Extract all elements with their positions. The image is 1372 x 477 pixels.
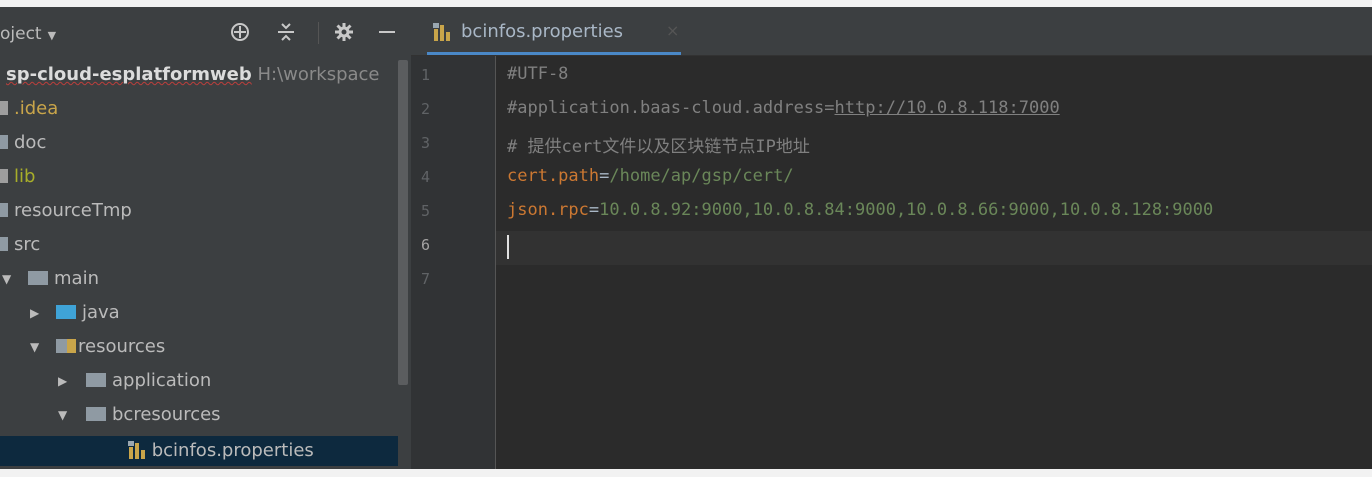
tab-label: bcinfos.properties bbox=[461, 21, 624, 42]
top-strip bbox=[0, 0, 1372, 7]
folder-icon bbox=[0, 101, 8, 115]
code-line-1: #UTF-8 bbox=[507, 64, 569, 84]
tree-node-label: bcresources bbox=[112, 404, 221, 425]
tree-node-label: lib bbox=[14, 166, 36, 187]
locate-icon[interactable] bbox=[229, 21, 251, 43]
tree-node-application[interactable]: ▶ application bbox=[58, 366, 211, 396]
code-line-2: #application.baas-cloud.address=http://1… bbox=[507, 98, 1060, 118]
project-path-hint: H:\workspace bbox=[257, 64, 380, 85]
project-scrollbar[interactable] bbox=[398, 60, 408, 385]
tree-node-lib[interactable]: lib bbox=[0, 162, 35, 192]
tree-node-java[interactable]: ▶ java bbox=[30, 298, 120, 328]
properties-file-icon bbox=[433, 23, 450, 41]
expanded-arrow-icon[interactable]: ▼ bbox=[2, 264, 28, 294]
tree-node-label: bcinfos.properties bbox=[151, 440, 314, 461]
line-number: 2 bbox=[421, 100, 431, 118]
properties-file-icon bbox=[127, 441, 145, 459]
tree-node-main[interactable]: ▼ main bbox=[2, 264, 99, 294]
collapsed-arrow-icon[interactable]: ▶ bbox=[58, 366, 86, 396]
editor-tab-bcinfos[interactable]: bcinfos.properties × bbox=[427, 13, 681, 55]
tree-node-src[interactable]: src bbox=[0, 230, 40, 260]
tree-node-label: resources bbox=[78, 336, 166, 357]
code-line-3: # 提供cert文件以及区块链节点IP地址 bbox=[507, 137, 810, 157]
line-number: 4 bbox=[421, 168, 431, 186]
folder-icon bbox=[86, 373, 106, 387]
caret-down-icon: ▼ bbox=[47, 29, 57, 42]
tree-node-root[interactable]: sp-cloud-esplatformweb H:\workspace bbox=[6, 60, 380, 90]
tree-node-idea[interactable]: .idea bbox=[0, 94, 58, 124]
resources-folder-icon bbox=[56, 339, 76, 353]
line-number: 5 bbox=[421, 202, 431, 220]
property-value: /home/ap/gsp/cert/ bbox=[609, 166, 794, 186]
expanded-arrow-icon[interactable]: ▼ bbox=[30, 332, 56, 362]
tree-node-label: src bbox=[14, 234, 41, 255]
project-view-label: oject bbox=[0, 24, 42, 44]
code-text: #application.baas-cloud.address= bbox=[507, 98, 835, 118]
close-icon[interactable]: × bbox=[666, 21, 679, 40]
minimize-icon[interactable] bbox=[376, 21, 398, 43]
folder-icon bbox=[0, 169, 8, 183]
line-number: 7 bbox=[421, 270, 431, 288]
property-value: 10.0.8.92:9000,10.0.8.84:9000,10.0.8.66:… bbox=[599, 200, 1214, 220]
tree-node-label: .idea bbox=[14, 98, 59, 119]
editor-tab-bar: bcinfos.properties × bbox=[411, 7, 1372, 56]
collapse-all-icon[interactable] bbox=[275, 21, 297, 43]
tree-node-resourcetmp[interactable]: resourceTmp bbox=[0, 196, 132, 226]
text-caret bbox=[507, 235, 509, 259]
property-key: json.rpc bbox=[507, 200, 589, 220]
folder-icon bbox=[28, 271, 48, 285]
toolbar-separator bbox=[318, 22, 319, 44]
bottom-strip bbox=[0, 469, 1372, 477]
tree-node-label: sp-cloud-esplatformweb bbox=[6, 64, 252, 85]
collapsed-arrow-icon[interactable]: ▶ bbox=[30, 298, 56, 328]
property-separator: = bbox=[599, 166, 610, 186]
tree-node-label: main bbox=[54, 268, 99, 289]
editor-panel: bcinfos.properties × 1 2 3 4 5 6 7 #UTF-… bbox=[411, 7, 1372, 469]
tree-node-label: resourceTmp bbox=[14, 200, 132, 221]
gear-icon[interactable] bbox=[333, 21, 355, 43]
folder-icon bbox=[0, 203, 8, 217]
tree-node-doc[interactable]: doc bbox=[0, 128, 46, 158]
tree-node-bcresources[interactable]: ▼ bcresources bbox=[58, 400, 221, 430]
tree-node-label: java bbox=[82, 302, 120, 323]
line-number-gutter: 1 2 3 4 5 6 7 bbox=[411, 56, 496, 469]
tree-node-label: doc bbox=[14, 132, 47, 153]
project-view-dropdown[interactable]: oject ▼ bbox=[0, 24, 56, 44]
code-line-5: json.rpc=10.0.8.92:9000,10.0.8.84:9000,1… bbox=[507, 200, 1213, 220]
property-separator: = bbox=[588, 200, 600, 220]
line-number-current: 6 bbox=[421, 236, 431, 254]
folder-icon bbox=[0, 237, 8, 251]
current-line-highlight bbox=[496, 231, 1372, 265]
line-number: 3 bbox=[421, 134, 431, 152]
tree-node-bcinfos-properties[interactable]: bcinfos.properties bbox=[0, 436, 398, 466]
property-key: cert.path bbox=[507, 166, 600, 186]
code-line-4: cert.path=/home/ap/gsp/cert/ bbox=[507, 166, 794, 186]
tree-node-resources[interactable]: ▼ resources bbox=[30, 332, 165, 362]
expanded-arrow-icon[interactable]: ▼ bbox=[58, 400, 86, 430]
project-panel: oject ▼ sp-cloud-esplatformweb H:\worksp… bbox=[0, 7, 411, 469]
folder-icon bbox=[86, 407, 106, 421]
url-link[interactable]: http://10.0.8.118:7000 bbox=[835, 98, 1060, 118]
project-toolbar: oject ▼ bbox=[0, 7, 411, 57]
tree-node-label: application bbox=[112, 370, 212, 391]
folder-icon bbox=[0, 135, 8, 149]
line-number: 1 bbox=[421, 66, 431, 84]
source-folder-icon bbox=[56, 305, 76, 319]
